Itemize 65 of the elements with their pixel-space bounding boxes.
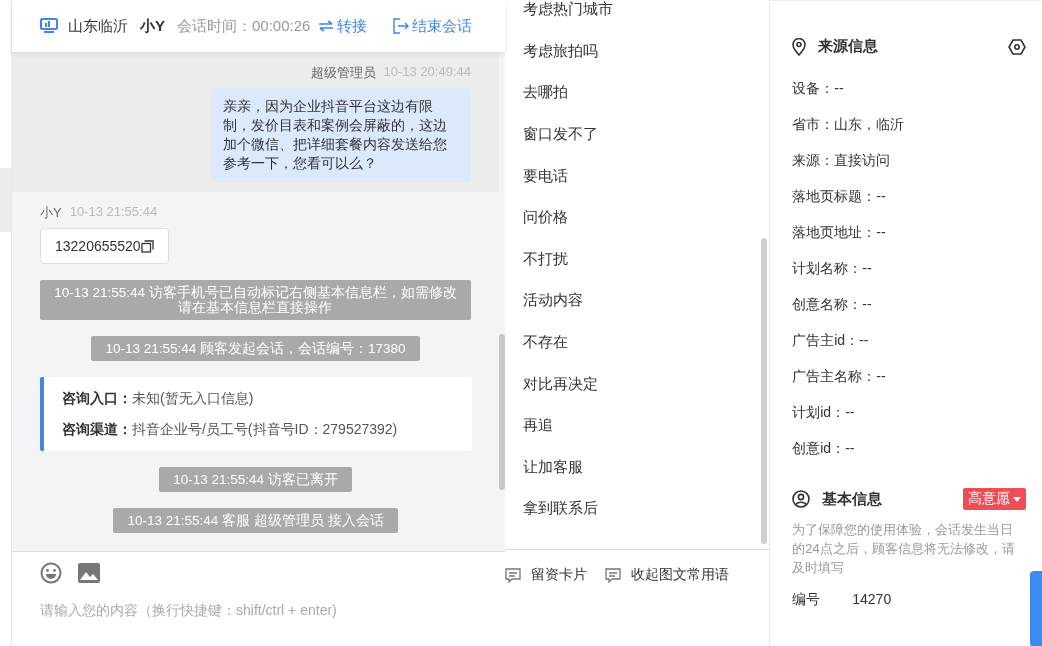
visitor-location: 山东临沂 [68, 16, 128, 36]
info-field: 落地页标题：-- [792, 178, 886, 214]
section-title: 基本信息 [822, 489, 883, 509]
quick-reply-item[interactable]: 不打扰 [504, 237, 586, 280]
copy-icon[interactable] [140, 239, 154, 253]
quick-reply-item[interactable]: 要电话 [504, 154, 586, 197]
caret-icon [1013, 496, 1021, 502]
field-value: 14270 [852, 591, 892, 609]
entry-label: 咨询渠道： [62, 420, 132, 439]
monitor-icon [40, 18, 58, 34]
quick-reply-item[interactable]: 活动内容 [504, 279, 601, 322]
info-field: 落地页地址：-- [792, 214, 886, 250]
quick-tool-button[interactable]: 收起图文常用语 [604, 566, 729, 584]
quick-reply-item[interactable]: 去哪拍 [504, 71, 586, 114]
system-notice: 10-13 21:55:44 访客已离开 [159, 467, 352, 492]
system-notice: 10-13 21:55:44 客服 超级管理员 接入会话 [113, 508, 398, 533]
visitor-message: 13220655520 [40, 228, 169, 264]
message-time: 10-13 21:55:44 [69, 204, 158, 221]
field-label: 编号 [792, 591, 822, 609]
exit-icon [393, 18, 410, 34]
quick-reply-item[interactable]: 让加客服 [504, 445, 601, 488]
section-title: 来源信息 [818, 37, 879, 56]
settings-icon[interactable] [1008, 38, 1026, 55]
quick-reply-item[interactable]: 窗口发不了 [504, 113, 616, 155]
quick-reply-item[interactable]: 对比再决定 [504, 362, 616, 405]
user-icon [792, 490, 811, 508]
image-icon[interactable] [78, 563, 100, 583]
info-field: 计划名称：-- [792, 250, 872, 286]
message-input[interactable]: 请输入您的内容（换行快捷键：shift/ctrl + enter) [40, 602, 480, 618]
info-field: 广告主名称：-- [792, 358, 886, 394]
entry-value: 未知(暂无入口信息) [132, 389, 254, 408]
message-icon [504, 567, 521, 583]
info-field: 创意名称：-- [792, 286, 872, 322]
info-field: 来源：直接访问 [792, 142, 891, 178]
entry-value: 抖音企业号/员工号(抖音号ID：279527392) [132, 420, 398, 439]
emoji-icon[interactable] [40, 562, 62, 584]
notice-text: 为了保障您的使用体验，会话发生当日的24点之后，顾客信息将无法修改，请及时填写 [792, 521, 1016, 577]
quick-reply-item[interactable]: 考虑旅拍吗 [504, 30, 616, 72]
system-notice: 10-13 21:55:44 访客手机号已自动标记右侧基本信息栏，如需修改请在基本信息栏直接操作 [40, 280, 471, 320]
scrollbar[interactable] [498, 334, 505, 490]
scrollbar[interactable] [761, 238, 768, 544]
sender-name: 小Y [40, 204, 62, 222]
transfer-button[interactable]: 转接 [318, 16, 368, 36]
info-field: 计划id：-- [792, 394, 855, 430]
swap-arrows-icon [318, 20, 335, 32]
sender-name: 超级管理员 [310, 64, 376, 82]
location-pin-icon [792, 37, 807, 56]
info-field: 广告主id：-- [792, 322, 869, 358]
quick-reply-item[interactable]: 考虑热门城市 [504, 0, 631, 18]
entry-label: 咨询入口： [62, 389, 132, 408]
quick-reply-item[interactable]: 再追 [504, 404, 571, 446]
info-field: 创意id：-- [792, 430, 855, 466]
intent-tag-dropdown[interactable]: 高意愿 [963, 488, 1026, 510]
quick-reply-item[interactable]: 不存在 [504, 321, 586, 363]
quick-tool-button[interactable]: 留资卡片 [504, 566, 587, 584]
quick-reply-item[interactable]: 问价格 [504, 196, 586, 238]
message-icon [604, 567, 621, 583]
visitor-name: 小Y [140, 16, 165, 36]
info-field: 设备：-- [792, 70, 844, 106]
end-session-button[interactable]: 结束会话 [393, 16, 473, 36]
agent-message: 亲亲，因为企业抖音平台这边有限制，发价目表和案例会屏蔽的，这边加个微信、把详细套餐内容发送给您参考一下，您看可以么？ [211, 88, 471, 182]
session-time: 会话时间：00:00:26 [177, 16, 311, 36]
quick-reply-item[interactable]: 拿到联系后 [504, 487, 616, 530]
info-field: 省市：山东，临沂 [792, 106, 905, 142]
system-notice: 10-13 21:55:44 顾客发起会话，会话编号：17380 [91, 336, 420, 361]
